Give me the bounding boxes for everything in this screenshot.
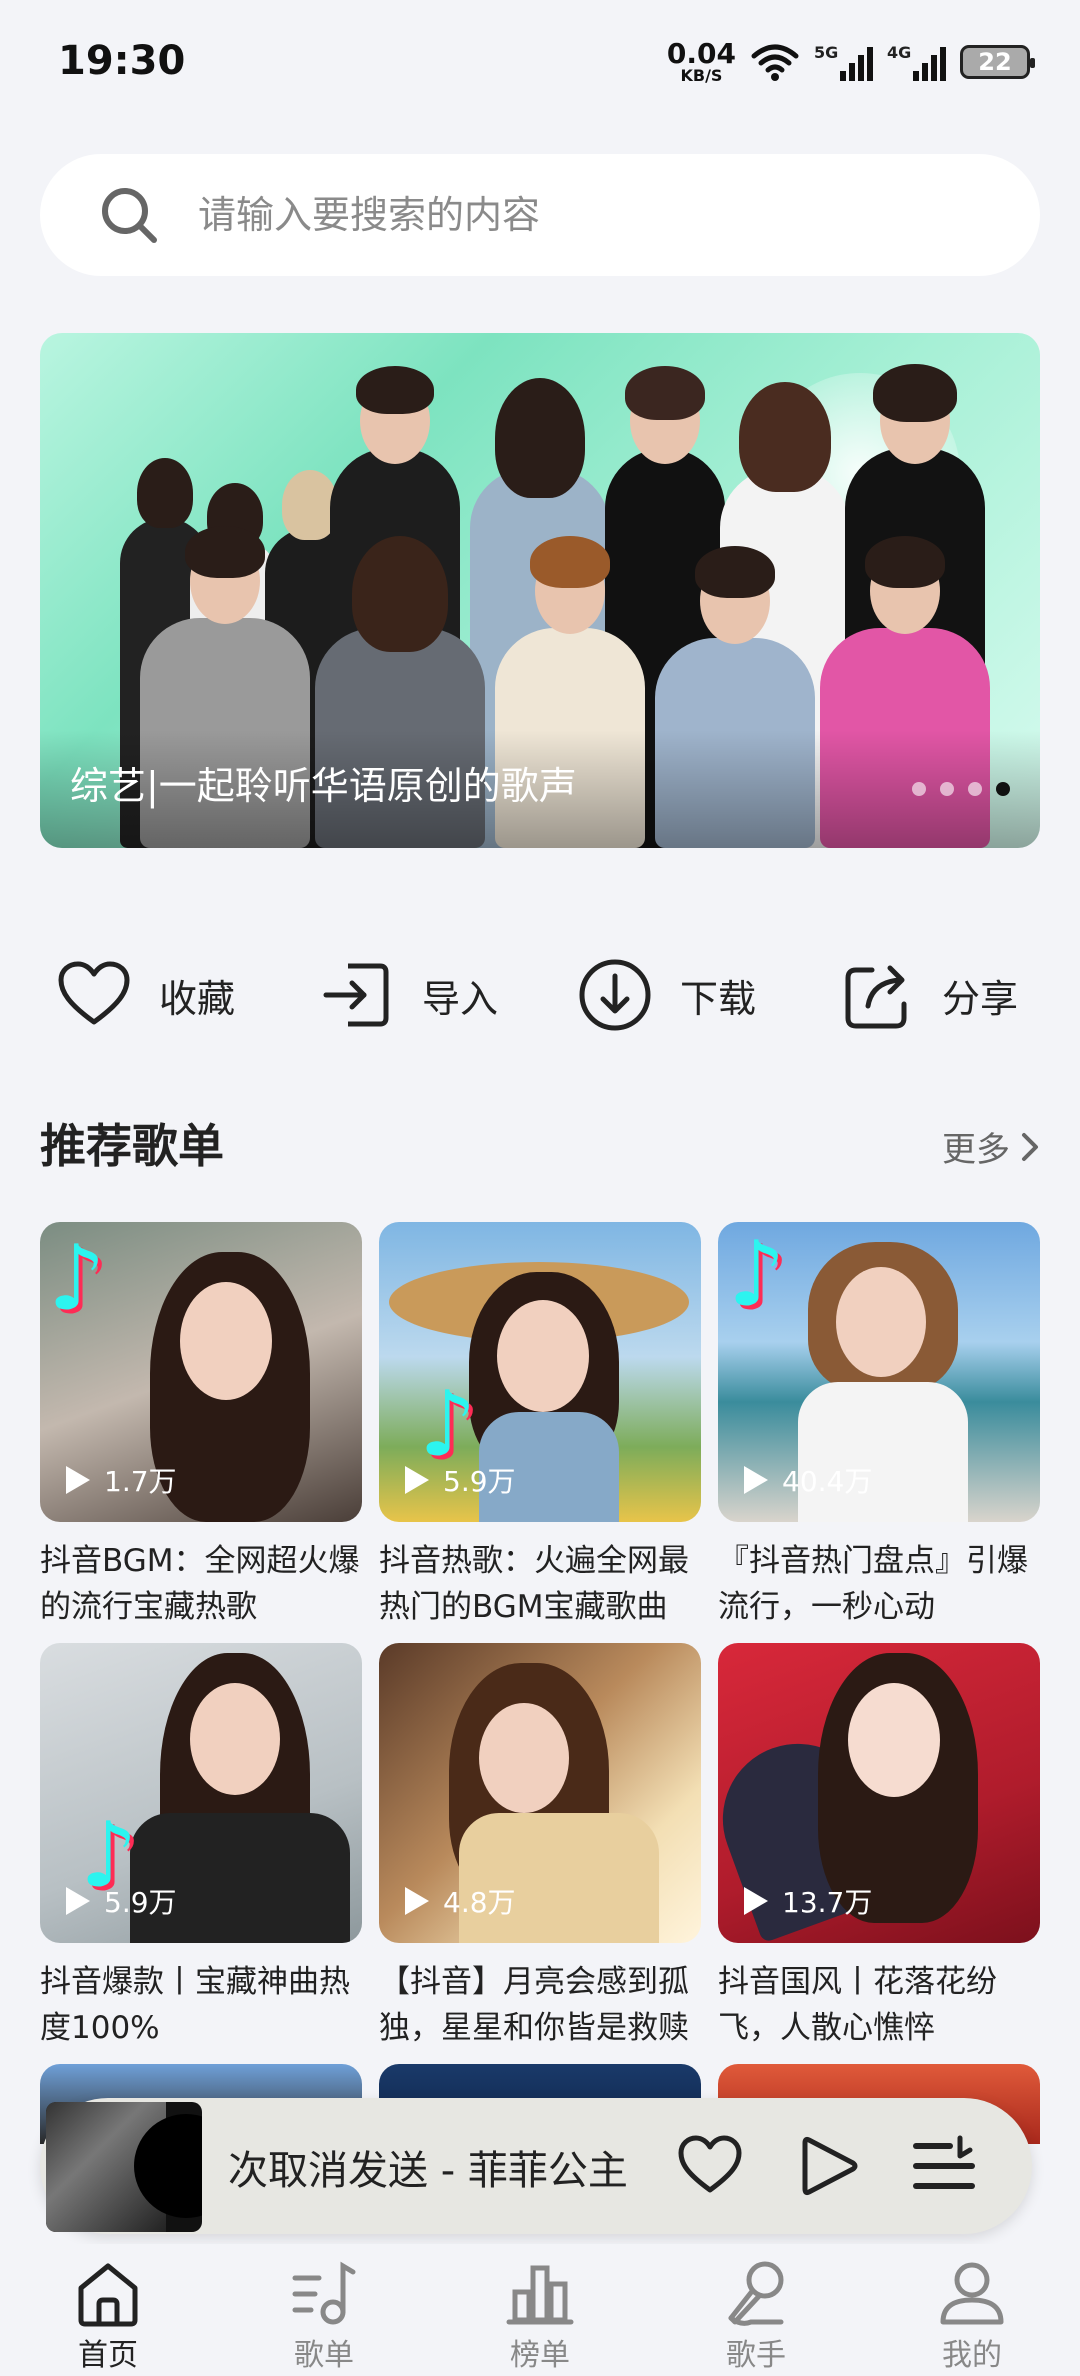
- status-time: 19:30: [58, 38, 186, 84]
- share-label: 分享: [942, 976, 1019, 1021]
- more-label: 更多: [942, 1130, 1010, 1170]
- banner-pagination: [912, 782, 1010, 796]
- bottom-navigation: 首页 歌单 榜单 歌手 我的: [0, 2244, 1080, 2376]
- status-bar: 19:30 0.04 KB/S 5G 4G 22: [0, 0, 1080, 130]
- nav-home[interactable]: 首页: [48, 2258, 168, 2374]
- battery-icon: 22: [960, 45, 1035, 79]
- play-icon: [405, 1466, 429, 1494]
- share-icon: [845, 965, 907, 1029]
- play-count: 5.9万: [399, 1460, 516, 1500]
- favorite-button[interactable]: 收藏: [55, 950, 235, 1040]
- playlist-cover: 13.7万: [718, 1643, 1040, 1943]
- more-link[interactable]: 更多: [942, 1122, 1040, 1171]
- import-button[interactable]: 导入: [318, 950, 498, 1040]
- playlist-title: 抖音国风丨花落花纷飞，人散心憔悴: [718, 1964, 997, 2046]
- nav-playlists-label: 歌单: [294, 2338, 354, 2373]
- download-icon: [579, 959, 651, 1031]
- play-icon: [405, 1887, 429, 1915]
- playlist-title: 『抖音热门盘点』引爆流行，一秒心动: [718, 1543, 1028, 1625]
- play-count: 4.8万: [399, 1881, 516, 1921]
- playlist-cover: ♪ 40.4万: [718, 1222, 1040, 1522]
- nav-profile-label: 我的: [942, 2338, 1002, 2373]
- user-icon: [940, 2262, 1004, 2325]
- douyin-logo-icon: ♪: [48, 1226, 106, 1331]
- import-icon: [323, 963, 389, 1027]
- banner-dot[interactable]: [968, 782, 982, 796]
- like-button[interactable]: [676, 2132, 744, 2200]
- play-icon: [744, 1466, 768, 1494]
- play-button[interactable]: [795, 2132, 863, 2200]
- mini-player[interactable]: 次取消发送 - 菲菲公主（: [40, 2098, 1032, 2234]
- import-label: 导入: [422, 976, 499, 1021]
- nav-home-label: 首页: [78, 2338, 138, 2373]
- play-icon: [744, 1887, 768, 1915]
- network-speed-unit: KB/S: [680, 66, 723, 85]
- download-button[interactable]: 下载: [576, 950, 756, 1040]
- banner-dot-active[interactable]: [996, 782, 1010, 796]
- now-playing-title[interactable]: 次取消发送 - 菲菲公主（: [228, 2138, 648, 2196]
- nav-playlists[interactable]: 歌单: [264, 2258, 384, 2374]
- play-count: 5.9万: [60, 1881, 177, 1921]
- nav-charts-label: 榜单: [510, 2338, 570, 2373]
- search-input[interactable]: [198, 193, 898, 237]
- banner-dot[interactable]: [940, 782, 954, 796]
- recommended-playlists-title: 推荐歌单: [40, 1119, 224, 1173]
- nav-profile[interactable]: 我的: [912, 2258, 1032, 2374]
- play-icon: [66, 1466, 90, 1494]
- nav-charts[interactable]: 榜单: [480, 2258, 600, 2374]
- share-button[interactable]: 分享: [838, 950, 1018, 1040]
- play-count: 13.7万: [738, 1881, 872, 1921]
- wifi-icon: [751, 44, 799, 81]
- featured-banner[interactable]: 综艺|一起聆听华语原创的歌声: [40, 333, 1040, 848]
- playlist-cover: ♪ 5.9万: [40, 1643, 362, 1943]
- playlist-card[interactable]: 13.7万 抖音国风丨花落花纷飞，人散心憔悴: [718, 1643, 1040, 2051]
- playlist-card[interactable]: ♪ 5.9万 抖音热歌：火遍全网最热门的BGM宝藏歌曲: [379, 1222, 701, 1630]
- banner-dot[interactable]: [912, 782, 926, 796]
- play-count: 40.4万: [738, 1460, 872, 1500]
- banner-caption: 综艺|一起聆听华语原创的歌声: [70, 764, 577, 808]
- quick-actions: 收藏 导入 下载 分享: [0, 950, 1080, 1040]
- playlist-card[interactable]: ♪ 40.4万 『抖音热门盘点』引爆流行，一秒心动: [718, 1222, 1040, 1630]
- playlist-card[interactable]: ♪ 1.7万 抖音BGM：全网超火爆的流行宝藏热歌: [40, 1222, 362, 1630]
- cellular-signal-5g-icon: 5G: [814, 43, 873, 81]
- chart-icon: [506, 2265, 574, 2325]
- playlist-title: 抖音BGM：全网超火爆的流行宝藏热歌: [40, 1543, 360, 1625]
- cellular-signal-4g-icon: 4G: [887, 43, 946, 81]
- douyin-logo-icon: ♪: [728, 1222, 786, 1327]
- search-bar[interactable]: [40, 154, 1040, 276]
- network-speed: 0.04 KB/S: [667, 40, 736, 84]
- play-count: 1.7万: [60, 1460, 177, 1500]
- playlist-queue-button[interactable]: [910, 2132, 978, 2200]
- microphone-icon: [728, 2261, 784, 2326]
- chevron-right-icon: [1022, 1132, 1038, 1161]
- heart-icon: [58, 961, 130, 1025]
- playlist-card[interactable]: 4.8万 【抖音】月亮会感到孤独，星星和你皆是救赎: [379, 1643, 701, 2051]
- network-speed-value: 0.04: [666, 37, 736, 70]
- download-label: 下载: [680, 976, 757, 1021]
- playlist-title: 【抖音】月亮会感到孤独，星星和你皆是救赎: [379, 1964, 689, 2046]
- music-list-icon: [292, 2261, 356, 2325]
- status-icons: 0.04 KB/S 5G 4G 22: [667, 40, 1035, 84]
- nav-singers-label: 歌手: [726, 2338, 786, 2373]
- playlist-cover: ♪ 1.7万: [40, 1222, 362, 1522]
- nav-singers[interactable]: 歌手: [696, 2258, 816, 2374]
- playlist-card[interactable]: ♪ 5.9万 抖音爆款丨宝藏神曲热度100%: [40, 1643, 362, 2051]
- favorite-label: 收藏: [159, 976, 236, 1021]
- playlist-cover: 4.8万: [379, 1643, 701, 1943]
- search-icon: [102, 188, 157, 243]
- play-icon: [66, 1887, 90, 1915]
- playlist-title: 抖音爆款丨宝藏神曲热度100%: [40, 1964, 350, 2046]
- playlist-title: 抖音热歌：火遍全网最热门的BGM宝藏歌曲: [379, 1543, 689, 1625]
- now-playing-artwork[interactable]: [46, 2102, 202, 2232]
- home-icon: [78, 2263, 138, 2327]
- playlist-cover: ♪ 5.9万: [379, 1222, 701, 1522]
